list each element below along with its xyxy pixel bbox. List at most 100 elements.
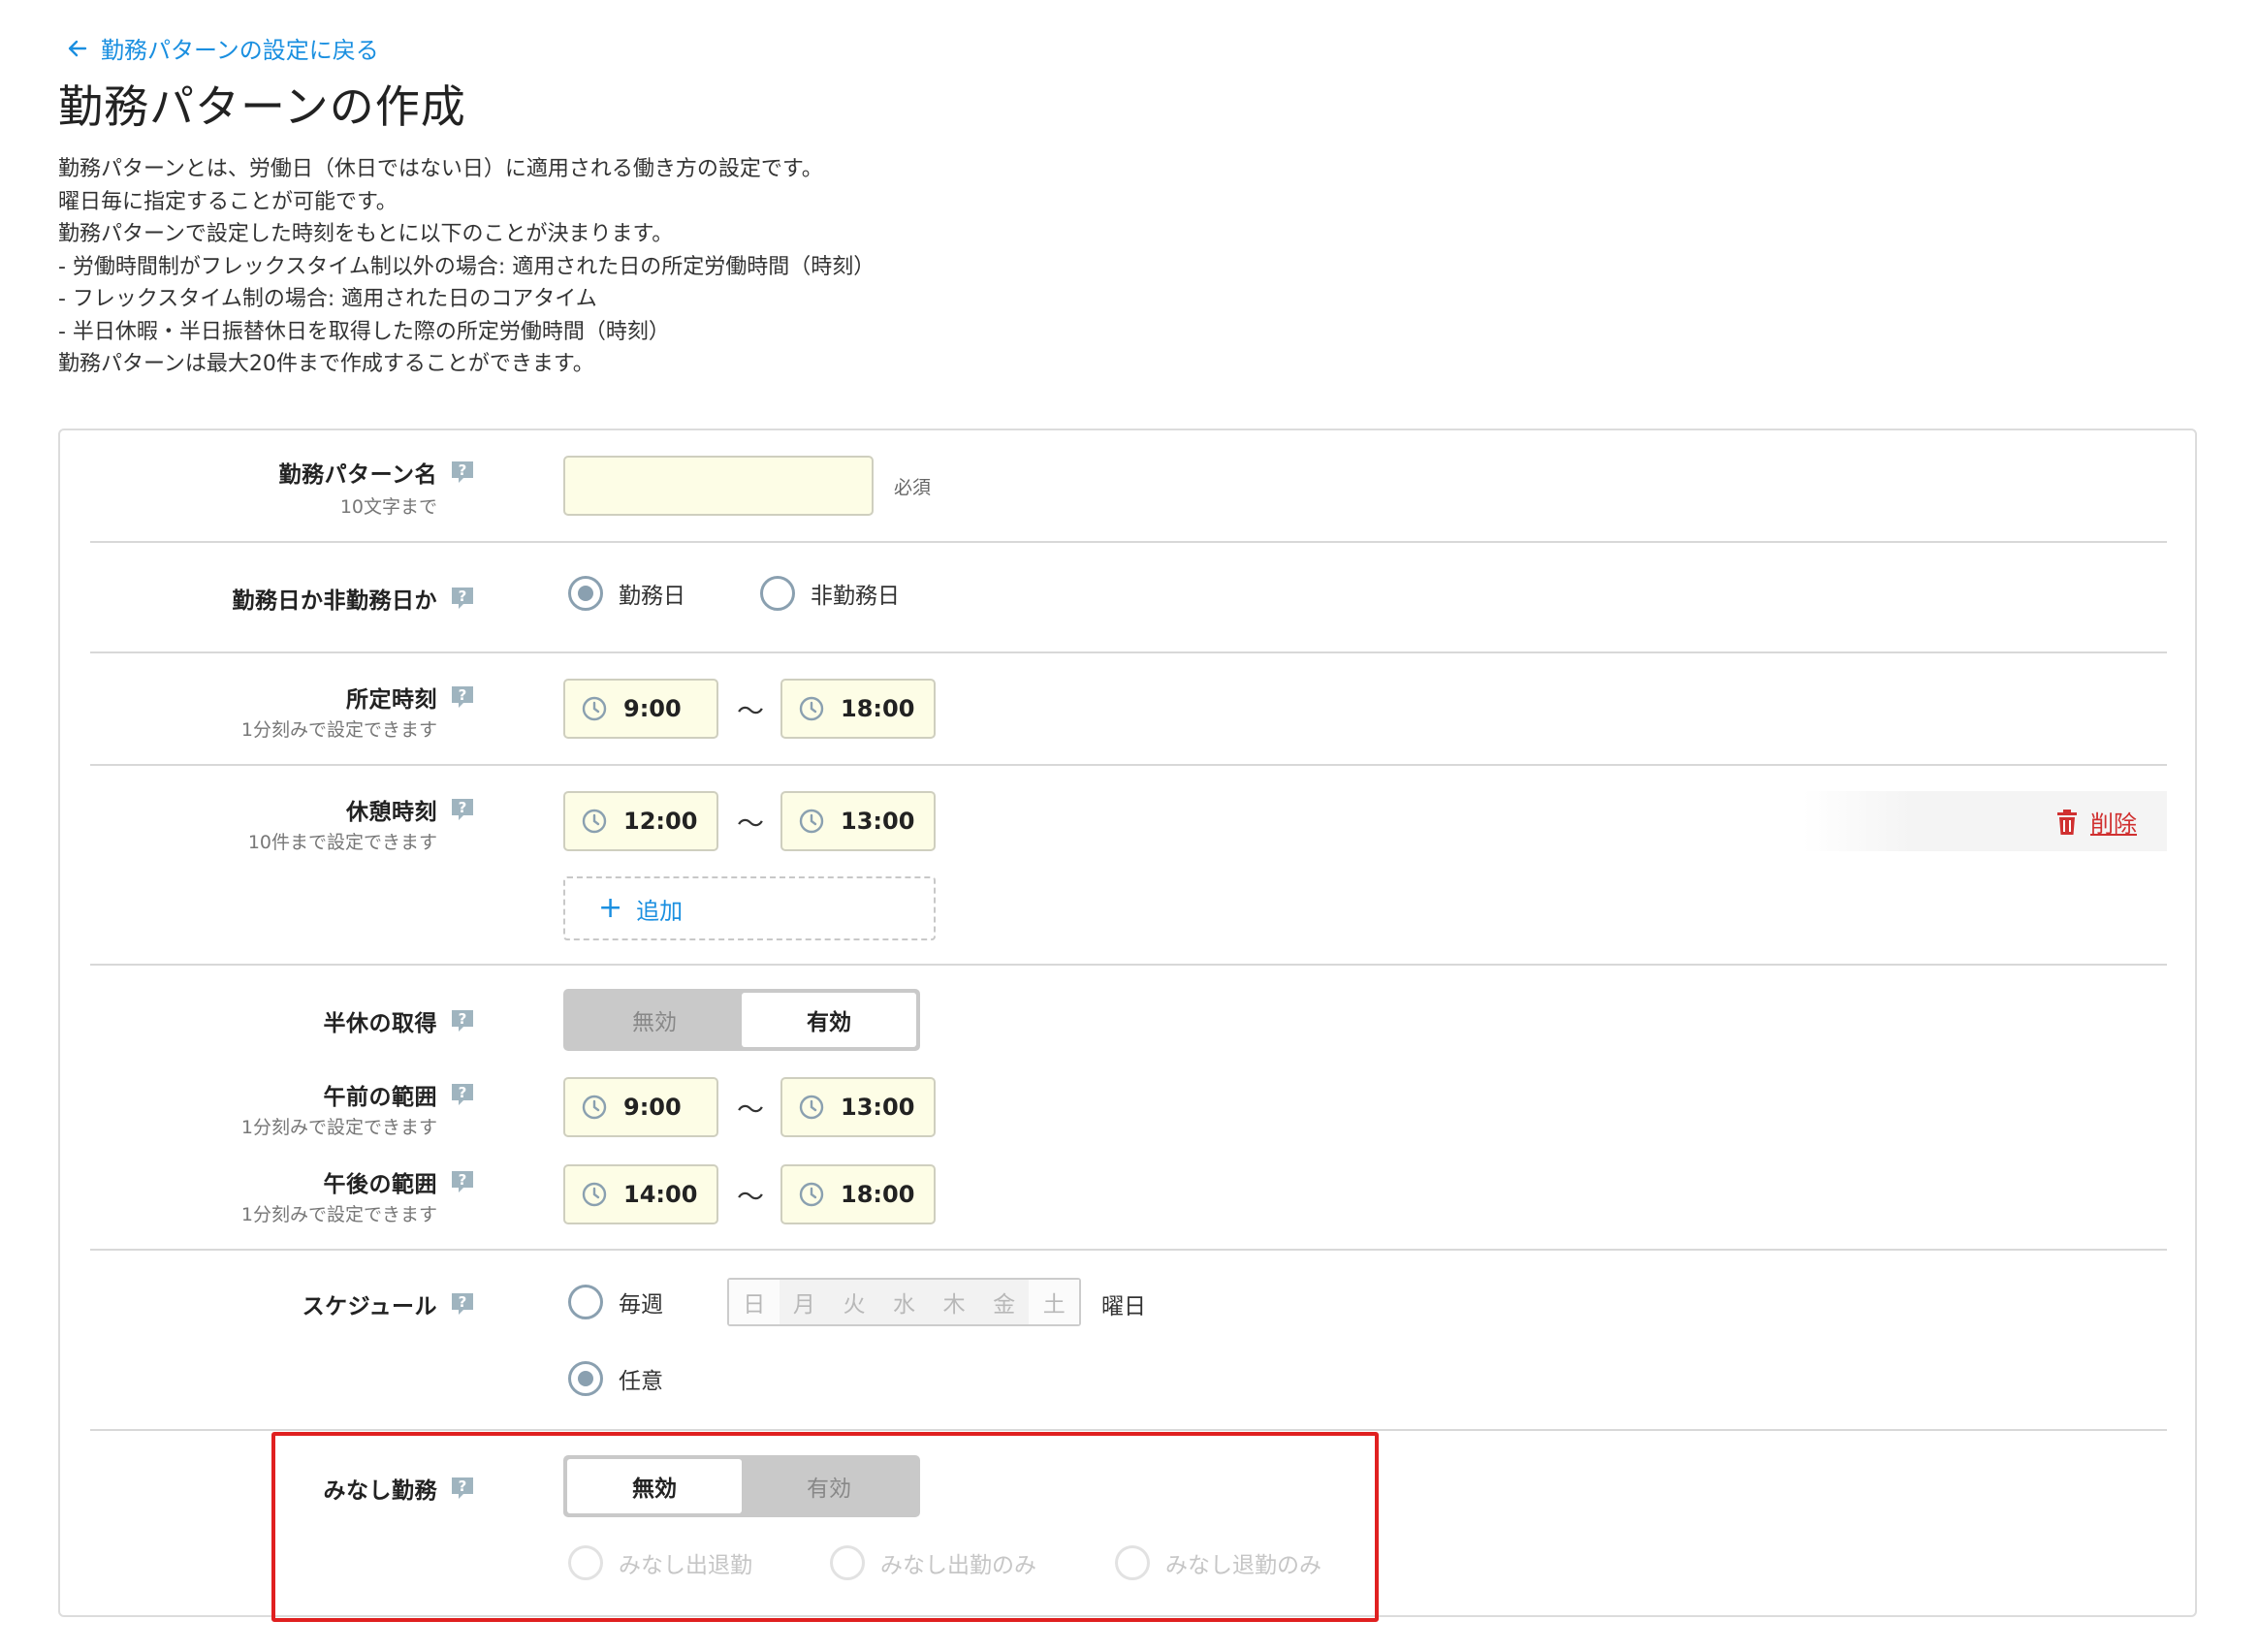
morning-end-time[interactable]: 13:00 xyxy=(780,1077,936,1137)
svg-text:?: ? xyxy=(459,588,467,605)
svg-text:?: ? xyxy=(459,1084,467,1101)
weekday-mon[interactable]: 月 xyxy=(779,1280,830,1324)
radio-weekly[interactable]: 毎週 xyxy=(568,1285,663,1319)
divider xyxy=(90,651,2167,653)
radio-label: 非勤務日 xyxy=(811,584,900,609)
clock-icon xyxy=(582,1095,607,1120)
radio-circle xyxy=(568,1545,603,1580)
radio-circle xyxy=(568,1285,603,1319)
radio-label: 任意 xyxy=(619,1369,663,1394)
break-start-time[interactable]: 12:00 xyxy=(563,791,718,851)
morning-range-sublabel: 1分刻みで設定できます xyxy=(240,1117,437,1138)
help-icon[interactable]: ? xyxy=(449,796,476,823)
afternoon-start-time[interactable]: 14:00 xyxy=(563,1164,718,1224)
deemed-work-disabled-option[interactable]: 無効 xyxy=(567,1459,742,1513)
help-icon[interactable]: ? xyxy=(449,459,476,486)
add-break-button[interactable]: + 追加 xyxy=(563,876,936,940)
plus-icon: + xyxy=(598,891,623,925)
afternoon-range-label: 午後の範囲 ? xyxy=(324,1165,477,1198)
svg-text:?: ? xyxy=(459,1171,467,1189)
help-icon[interactable]: ? xyxy=(449,585,476,612)
back-link[interactable]: 勤務パターンの設定に戻る xyxy=(66,31,379,65)
half-day-label: 半休の取得 ? xyxy=(324,1004,477,1037)
time-value: 12:00 xyxy=(623,808,698,835)
radio-label: 毎週 xyxy=(619,1292,663,1318)
weekday-suffix: 曜日 xyxy=(1101,1294,1146,1319)
svg-text:?: ? xyxy=(459,686,467,704)
time-value: 18:00 xyxy=(841,1181,915,1208)
scheduled-end-time[interactable]: 18:00 xyxy=(780,679,936,739)
radio-circle xyxy=(1115,1545,1150,1580)
radio-label: みなし出勤のみ xyxy=(880,1553,1036,1578)
description-line: 曜日毎に指定することが可能です。 xyxy=(58,189,398,214)
weekday-sat[interactable]: 土 xyxy=(1029,1280,1080,1324)
description-line: 勤務パターンは最大20件まで作成することができます。 xyxy=(58,352,594,376)
time-value: 14:00 xyxy=(623,1181,698,1208)
name-sublabel: 10文字まで xyxy=(339,496,437,518)
range-separator: 〜 xyxy=(737,1094,765,1126)
svg-text:?: ? xyxy=(459,461,467,479)
radio-non-workday[interactable]: 非勤務日 xyxy=(760,576,900,611)
deemed-work-toggle: 無効 有効 xyxy=(563,1455,920,1517)
radio-label: 勤務日 xyxy=(619,584,685,609)
help-icon[interactable]: ? xyxy=(449,1081,476,1108)
clock-icon xyxy=(799,809,824,834)
break-time-sublabel: 10件まで設定できます xyxy=(247,832,437,853)
morning-start-time[interactable]: 9:00 xyxy=(563,1077,718,1137)
add-label: 追加 xyxy=(636,897,684,925)
divider xyxy=(90,764,2167,766)
range-separator: 〜 xyxy=(737,1181,765,1213)
time-value: 13:00 xyxy=(841,1094,915,1121)
trash-icon xyxy=(2057,809,2077,835)
description-line: 勤務パターンで設定した時刻をもとに以下のことが決まります。 xyxy=(58,222,674,246)
half-day-toggle: 無効 有効 xyxy=(563,989,920,1051)
divider xyxy=(90,1429,2167,1431)
weekday-thu[interactable]: 木 xyxy=(929,1280,979,1324)
radio-circle xyxy=(568,1361,603,1396)
radio-arbitrary[interactable]: 任意 xyxy=(568,1361,663,1396)
radio-circle xyxy=(568,576,603,611)
radio-deemed-out-only[interactable]: みなし退勤のみ xyxy=(1115,1545,1321,1580)
weekday-tue[interactable]: 火 xyxy=(829,1280,879,1324)
svg-text:?: ? xyxy=(459,1293,467,1311)
clock-icon xyxy=(582,1182,607,1207)
half-day-enabled-option[interactable]: 有効 xyxy=(742,993,916,1047)
help-icon[interactable]: ? xyxy=(449,683,476,711)
help-icon[interactable]: ? xyxy=(449,1007,476,1034)
help-icon[interactable]: ? xyxy=(449,1475,476,1502)
half-day-disabled-option[interactable]: 無効 xyxy=(567,993,742,1047)
page-description: 勤務パターンとは、労働日（休日ではない日）に適用される働き方の設定です。 曜日毎… xyxy=(58,153,875,381)
radio-label: みなし出退勤 xyxy=(619,1553,752,1578)
divider xyxy=(90,541,2167,543)
clock-icon xyxy=(799,696,824,721)
afternoon-end-time[interactable]: 18:00 xyxy=(780,1164,936,1224)
radio-workday[interactable]: 勤務日 xyxy=(568,576,685,611)
weekday-wed[interactable]: 水 xyxy=(878,1280,930,1324)
delete-label: 削除 xyxy=(2090,810,2137,838)
svg-text:?: ? xyxy=(459,799,467,816)
break-time-label: 休憩時刻 ? xyxy=(346,793,476,826)
clock-icon xyxy=(582,696,607,721)
radio-circle xyxy=(760,576,795,611)
help-icon[interactable]: ? xyxy=(449,1168,476,1195)
weekday-fri[interactable]: 金 xyxy=(978,1280,1030,1324)
page-title: 勤務パターンの作成 xyxy=(58,80,466,133)
clock-icon xyxy=(799,1095,824,1120)
radio-deemed-in-only[interactable]: みなし出勤のみ xyxy=(830,1545,1036,1580)
description-line: - 半日休暇・半日振替休日を取得した際の所定労働時間（時刻） xyxy=(58,319,670,344)
radio-deemed-in-out[interactable]: みなし出退勤 xyxy=(568,1545,752,1580)
deemed-work-enabled-option[interactable]: 有効 xyxy=(742,1459,916,1513)
weekday-selector: 日 月 火 水 木 金 土 xyxy=(727,1278,1081,1326)
time-value: 13:00 xyxy=(841,808,915,835)
clock-icon xyxy=(582,809,607,834)
help-icon[interactable]: ? xyxy=(449,1290,476,1318)
delete-break-button[interactable]: 削除 xyxy=(2055,805,2137,839)
scheduled-time-label: 所定時刻 ? xyxy=(346,681,476,714)
scheduled-start-time[interactable]: 9:00 xyxy=(563,679,718,739)
pattern-name-input[interactable] xyxy=(563,456,874,516)
description-line: - 労働時間制がフレックスタイム制以外の場合: 適用された日の所定労働時間（時刻… xyxy=(58,254,875,279)
divider xyxy=(90,964,2167,966)
weekday-sun[interactable]: 日 xyxy=(729,1280,780,1324)
break-end-time[interactable]: 13:00 xyxy=(780,791,936,851)
description-line: 勤務パターンとは、労働日（休日ではない日）に適用される働き方の設定です。 xyxy=(58,157,823,181)
